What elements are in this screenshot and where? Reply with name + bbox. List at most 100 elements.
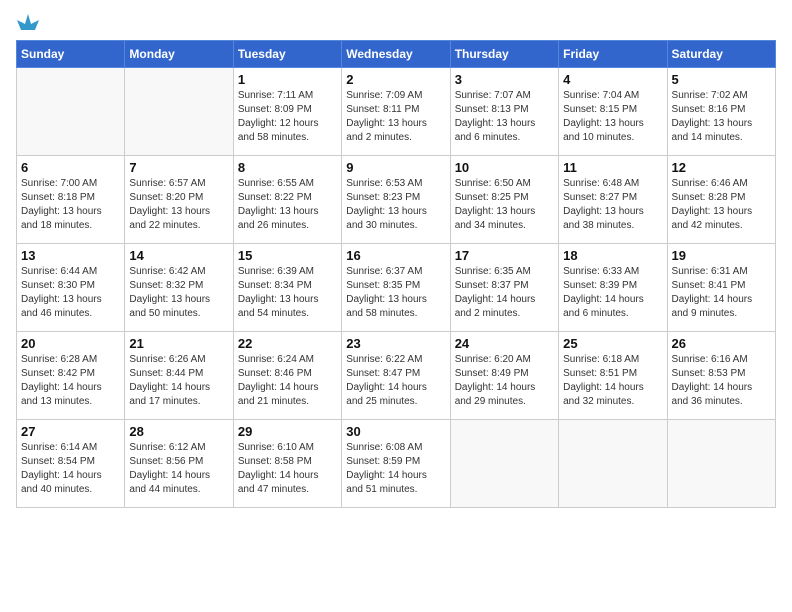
calendar-cell: 30 Sunrise: 6:08 AM Sunset: 8:59 PM Dayli… bbox=[342, 420, 450, 508]
day-number: 29 bbox=[238, 424, 337, 439]
weekday-header: Friday bbox=[559, 41, 667, 68]
day-info: Sunrise: 6:39 AM Sunset: 8:34 PM Dayligh… bbox=[238, 265, 337, 321]
day-number: 30 bbox=[346, 424, 445, 439]
calendar-cell: 5 Sunrise: 7:02 AM Sunset: 8:16 PM Daylig… bbox=[667, 68, 775, 156]
calendar-cell: 21Sunrise: 6:26 AM Sunset: 8:44 PM Dayli… bbox=[125, 332, 233, 420]
calendar-cell: 6 Sunrise: 7:00 AM Sunset: 8:18 PM Daylig… bbox=[17, 156, 125, 244]
day-number: 23 bbox=[346, 336, 445, 351]
calendar-cell: 4 Sunrise: 7:04 AM Sunset: 8:15 PM Daylig… bbox=[559, 68, 667, 156]
calendar-week-row: 1 Sunrise: 7:11 AM Sunset: 8:09 PM Daylig… bbox=[17, 68, 776, 156]
day-info: Sunrise: 6:10 AM Sunset: 8:58 PM Dayligh… bbox=[238, 441, 337, 497]
page-header bbox=[16, 16, 776, 28]
day-number: 26 bbox=[672, 336, 771, 351]
calendar-cell: 3 Sunrise: 7:07 AM Sunset: 8:13 PM Daylig… bbox=[450, 68, 558, 156]
day-info: Sunrise: 6:22 AM Sunset: 8:47 PM Dayligh… bbox=[346, 353, 445, 409]
calendar-week-row: 20 Sunrise: 6:28 AM Sunset: 8:42 PM Dayli… bbox=[17, 332, 776, 420]
day-number: 14 bbox=[129, 248, 228, 263]
day-info: Sunrise: 6:53 AM Sunset: 8:23 PM Dayligh… bbox=[346, 177, 445, 233]
calendar-cell: 24 Sunrise: 6:20 AM Sunset: 8:49 PM Dayli… bbox=[450, 332, 558, 420]
weekday-header: Sunday bbox=[17, 41, 125, 68]
calendar-cell: 2 Sunrise: 7:09 AM Sunset: 8:11 PM Daylig… bbox=[342, 68, 450, 156]
calendar-header: SundayMondayTuesdayWednesdayThursdayFrid… bbox=[17, 41, 776, 68]
day-number: 4 bbox=[563, 72, 662, 87]
calendar-cell: 1 Sunrise: 7:11 AM Sunset: 8:09 PM Daylig… bbox=[233, 68, 341, 156]
day-number: 12 bbox=[672, 160, 771, 175]
day-info: Sunrise: 6:24 AM Sunset: 8:46 PM Dayligh… bbox=[238, 353, 337, 409]
day-number: 18 bbox=[563, 248, 662, 263]
calendar-cell: 17 Sunrise: 6:35 AM Sunset: 8:37 PM Dayli… bbox=[450, 244, 558, 332]
day-number: 6 bbox=[21, 160, 120, 175]
day-info: Sunrise: 7:11 AM Sunset: 8:09 PM Dayligh… bbox=[238, 89, 337, 145]
day-number: 27 bbox=[21, 424, 120, 439]
day-number: 9 bbox=[346, 160, 445, 175]
calendar-cell: 15 Sunrise: 6:39 AM Sunset: 8:34 PM Dayli… bbox=[233, 244, 341, 332]
day-info: Sunrise: 6:31 AM Sunset: 8:41 PM Dayligh… bbox=[672, 265, 771, 321]
day-number: 13 bbox=[21, 248, 120, 263]
calendar-cell bbox=[667, 420, 775, 508]
calendar-cell: 16 Sunrise: 6:37 AM Sunset: 8:35 PM Dayli… bbox=[342, 244, 450, 332]
day-info: Sunrise: 6:55 AM Sunset: 8:22 PM Dayligh… bbox=[238, 177, 337, 233]
calendar-table: SundayMondayTuesdayWednesdayThursdayFrid… bbox=[16, 40, 776, 508]
calendar-cell: 29 Sunrise: 6:10 AM Sunset: 8:58 PM Dayli… bbox=[233, 420, 341, 508]
day-number: 5 bbox=[672, 72, 771, 87]
calendar-cell: 23 Sunrise: 6:22 AM Sunset: 8:47 PM Dayli… bbox=[342, 332, 450, 420]
day-info: Sunrise: 6:44 AM Sunset: 8:30 PM Dayligh… bbox=[21, 265, 120, 321]
calendar-cell: 20 Sunrise: 6:28 AM Sunset: 8:42 PM Dayli… bbox=[17, 332, 125, 420]
day-number: 25 bbox=[563, 336, 662, 351]
day-info: Sunrise: 6:20 AM Sunset: 8:49 PM Dayligh… bbox=[455, 353, 554, 409]
day-number: 11 bbox=[563, 160, 662, 175]
day-info: Sunrise: 6:28 AM Sunset: 8:42 PM Dayligh… bbox=[21, 353, 120, 409]
day-number: 24 bbox=[455, 336, 554, 351]
calendar-cell: 11 Sunrise: 6:48 AM Sunset: 8:27 PM Dayli… bbox=[559, 156, 667, 244]
day-info: Sunrise: 6:46 AM Sunset: 8:28 PM Dayligh… bbox=[672, 177, 771, 233]
day-info: Sunrise: 7:02 AM Sunset: 8:16 PM Dayligh… bbox=[672, 89, 771, 145]
weekday-header: Saturday bbox=[667, 41, 775, 68]
day-info: Sunrise: 6:48 AM Sunset: 8:27 PM Dayligh… bbox=[563, 177, 662, 233]
day-info: Sunrise: 6:18 AM Sunset: 8:51 PM Dayligh… bbox=[563, 353, 662, 409]
day-number: 28 bbox=[129, 424, 228, 439]
weekday-header: Tuesday bbox=[233, 41, 341, 68]
day-info: Sunrise: 6:42 AM Sunset: 8:32 PM Dayligh… bbox=[129, 265, 228, 321]
day-number: 10 bbox=[455, 160, 554, 175]
weekday-header: Thursday bbox=[450, 41, 558, 68]
day-number: 1 bbox=[238, 72, 337, 87]
calendar-cell bbox=[17, 68, 125, 156]
calendar-cell: 9 Sunrise: 6:53 AM Sunset: 8:23 PM Daylig… bbox=[342, 156, 450, 244]
day-number: 8 bbox=[238, 160, 337, 175]
day-number: 20 bbox=[21, 336, 120, 351]
day-number: 2 bbox=[346, 72, 445, 87]
calendar-week-row: 6 Sunrise: 7:00 AM Sunset: 8:18 PM Daylig… bbox=[17, 156, 776, 244]
calendar-week-row: 13 Sunrise: 6:44 AM Sunset: 8:30 PM Dayli… bbox=[17, 244, 776, 332]
calendar-week-row: 27 Sunrise: 6:14 AM Sunset: 8:54 PM Dayli… bbox=[17, 420, 776, 508]
day-info: Sunrise: 6:33 AM Sunset: 8:39 PM Dayligh… bbox=[563, 265, 662, 321]
logo bbox=[16, 16, 39, 28]
calendar-cell: 10Sunrise: 6:50 AM Sunset: 8:25 PM Dayli… bbox=[450, 156, 558, 244]
day-number: 3 bbox=[455, 72, 554, 87]
day-number: 16 bbox=[346, 248, 445, 263]
day-info: Sunrise: 6:37 AM Sunset: 8:35 PM Dayligh… bbox=[346, 265, 445, 321]
day-number: 15 bbox=[238, 248, 337, 263]
calendar-cell bbox=[559, 420, 667, 508]
calendar-cell: 7Sunrise: 6:57 AM Sunset: 8:20 PM Daylig… bbox=[125, 156, 233, 244]
day-info: Sunrise: 7:00 AM Sunset: 8:18 PM Dayligh… bbox=[21, 177, 120, 233]
day-number: 19 bbox=[672, 248, 771, 263]
day-info: Sunrise: 6:57 AM Sunset: 8:20 PM Dayligh… bbox=[129, 177, 228, 233]
calendar-cell: 28Sunrise: 6:12 AM Sunset: 8:56 PM Dayli… bbox=[125, 420, 233, 508]
day-number: 22 bbox=[238, 336, 337, 351]
day-info: Sunrise: 6:16 AM Sunset: 8:53 PM Dayligh… bbox=[672, 353, 771, 409]
day-info: Sunrise: 6:26 AM Sunset: 8:44 PM Dayligh… bbox=[129, 353, 228, 409]
day-info: Sunrise: 7:07 AM Sunset: 8:13 PM Dayligh… bbox=[455, 89, 554, 145]
day-number: 17 bbox=[455, 248, 554, 263]
day-info: Sunrise: 6:08 AM Sunset: 8:59 PM Dayligh… bbox=[346, 441, 445, 497]
day-info: Sunrise: 7:09 AM Sunset: 8:11 PM Dayligh… bbox=[346, 89, 445, 145]
calendar-cell: 14 Sunrise: 6:42 AM Sunset: 8:32 PM Dayli… bbox=[125, 244, 233, 332]
weekday-header: Wednesday bbox=[342, 41, 450, 68]
day-info: Sunrise: 7:04 AM Sunset: 8:15 PM Dayligh… bbox=[563, 89, 662, 145]
header-row: SundayMondayTuesdayWednesdayThursdayFrid… bbox=[17, 41, 776, 68]
calendar-cell: 12 Sunrise: 6:46 AM Sunset: 8:28 PM Dayli… bbox=[667, 156, 775, 244]
calendar-cell: 18 Sunrise: 6:33 AM Sunset: 8:39 PM Dayli… bbox=[559, 244, 667, 332]
day-info: Sunrise: 6:35 AM Sunset: 8:37 PM Dayligh… bbox=[455, 265, 554, 321]
calendar-cell bbox=[125, 68, 233, 156]
calendar-cell: 13 Sunrise: 6:44 AM Sunset: 8:30 PM Dayli… bbox=[17, 244, 125, 332]
day-info: Sunrise: 6:14 AM Sunset: 8:54 PM Dayligh… bbox=[21, 441, 120, 497]
